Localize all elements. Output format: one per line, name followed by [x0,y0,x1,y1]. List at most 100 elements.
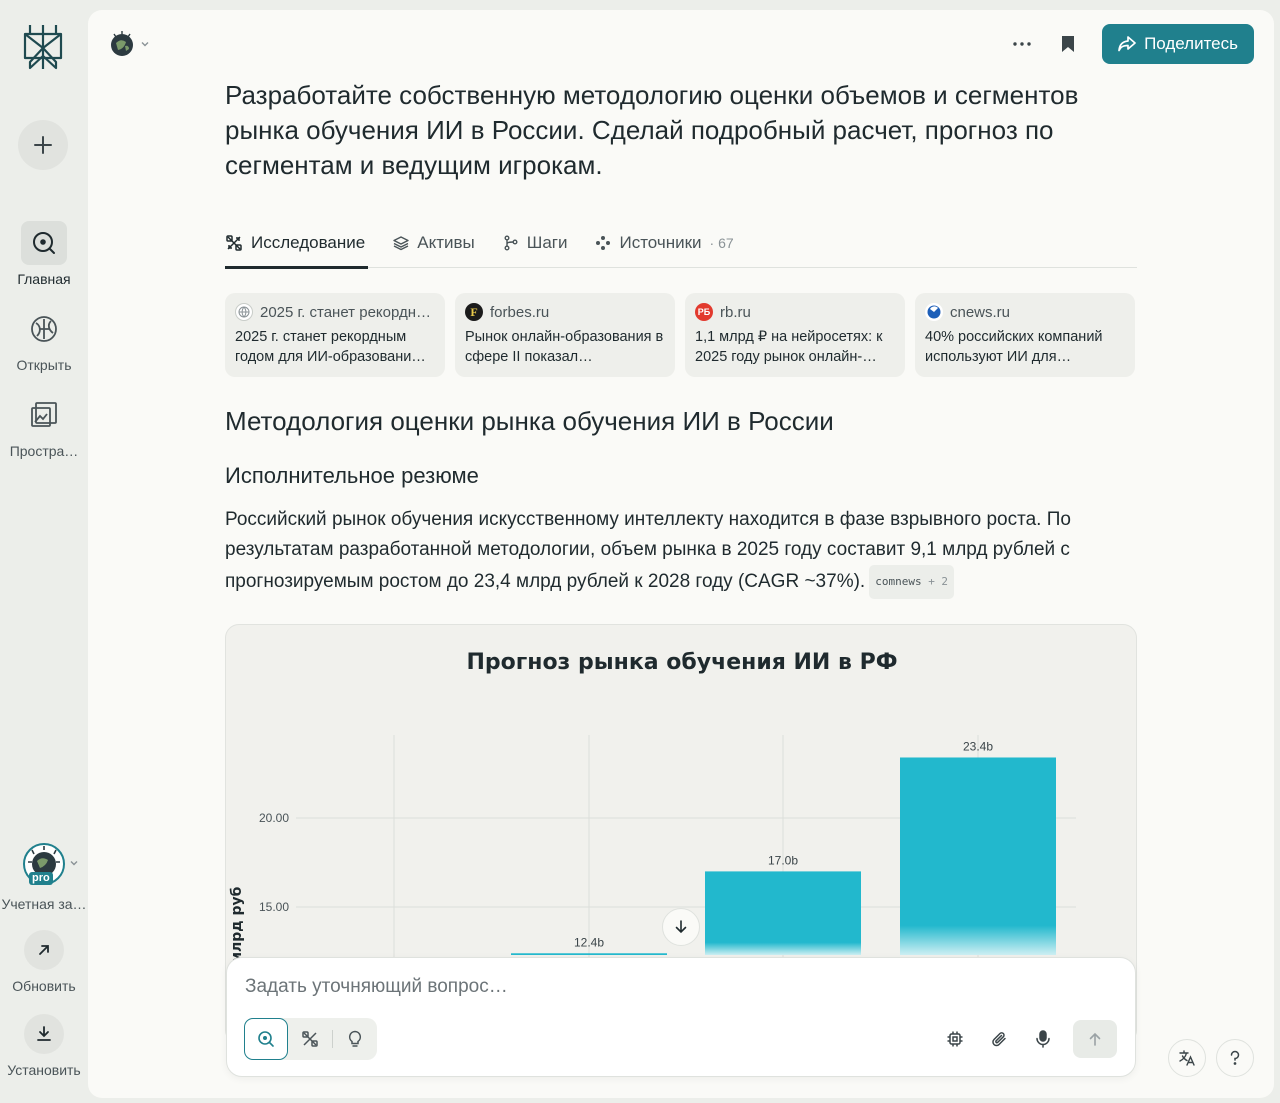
arrow-up-icon [1089,1032,1101,1046]
chart-bar [900,757,1056,955]
tab-steps[interactable]: Шаги [503,218,567,268]
user-query: Разработайте собственную методологию оце… [225,80,1079,180]
article-heading: Методология оценки рынка обучения ИИ в Р… [225,406,834,436]
globe-avatar-icon [111,31,133,56]
sidebar-item-account[interactable]: pro Учетная за… [0,842,88,912]
sidebar-item-label: Простра… [9,443,79,459]
attach-button[interactable] [985,1020,1013,1058]
research-icon [226,235,242,251]
search-icon [21,221,67,265]
chart-y-tick-label: 20.00 [259,811,289,825]
chart-bar [705,871,861,955]
more-options-icon[interactable] [1010,24,1034,64]
citation-more: + 2 [928,575,949,588]
source-card[interactable]: cnews.ru 40% российских компаний использ… [915,293,1135,377]
help-icon [1230,1050,1240,1065]
research-icon [302,1031,318,1047]
mode-search-button[interactable] [244,1018,288,1060]
chart-title: Прогноз рынка обучения ИИ в РФ [466,650,897,675]
submit-button[interactable] [1073,1020,1117,1058]
chart-y-tick-label: 15.00 [259,900,289,914]
source-title: 40% российских компаний используют ИИ дл… [925,329,1103,365]
tab-sources[interactable]: Источники · 67 [595,218,734,268]
share-button-label: Поделитесь [1144,34,1238,53]
new-thread-button[interactable] [18,120,68,170]
sidebar: Главная Открыть Простра… pro Учетная за…… [0,0,88,1103]
chart-data-label: 23.4b [963,739,993,753]
globe-icon [235,303,253,321]
chevron-down-icon [141,42,149,47]
chart-bar [511,953,667,955]
model-chip-button[interactable] [941,1020,969,1058]
download-icon [24,1014,64,1054]
translate-icon [1179,1050,1195,1066]
chip-icon [947,1031,963,1047]
chart-data-label: 17.0b [768,853,798,867]
microphone-icon [1036,1030,1050,1048]
account-avatar: pro [21,842,78,888]
main-panel: Поделитесь Разработайте собственную мето… [88,10,1274,1098]
chart-data-label: 12.4b [574,935,604,949]
source-site: rb.ru [720,303,751,321]
sources-count: · 67 [709,235,734,251]
rb-favicon-icon: РБ [695,303,713,321]
model-selector[interactable] [108,30,150,58]
chevron-down-icon [70,861,78,866]
paperclip-icon [992,1032,1006,1047]
pro-badge: pro [29,872,53,885]
branch-icon [504,235,518,251]
sidebar-item-spaces[interactable]: Простра… [0,393,88,459]
layers-icon [393,236,409,251]
source-title: 1,1 млрд ₽ на нейросетях: к 2025 году ры… [695,329,883,365]
citation-source: comnews [875,575,922,588]
plus-icon [34,136,52,154]
search-icon [258,1031,274,1047]
mode-selector [244,1018,377,1060]
arrow-down-icon [675,920,687,934]
citation-chip[interactable]: comnews + 2 [869,565,955,599]
perplexity-logo-icon[interactable] [20,22,66,72]
mode-labs-button[interactable] [333,1018,377,1060]
tab-label: Исследование [251,233,366,252]
sidebar-item-label: Обновить [12,978,76,994]
tab-label: Источники [619,233,702,252]
source-card[interactable]: РБ rb.ru 1,1 млрд ₽ на нейросетях: к 202… [685,293,905,377]
source-card[interactable]: 2025 г. станет рекордн… 2025 г. станет р… [225,293,445,377]
cnews-favicon-icon [925,303,943,321]
source-site: forbes.ru [490,303,550,321]
sidebar-item-label: Установить [7,1062,81,1078]
share-button[interactable]: Поделитесь [1102,24,1254,64]
follow-up-input[interactable] [245,976,1105,998]
arrow-up-right-icon [24,930,64,970]
source-site: 2025 г. станет рекордн… [260,303,432,321]
bookmark-icon[interactable] [1056,24,1080,64]
spaces-icon [21,393,67,437]
translate-button[interactable] [1168,1039,1206,1077]
sidebar-item-upgrade[interactable]: Обновить [0,930,88,994]
source-title: Рынок онлайн-образования в сфере II пока… [465,329,664,365]
source-card[interactable]: F forbes.ru Рынок онлайн-образования в с… [455,293,675,377]
discover-icon [21,307,67,351]
tab-assets[interactable]: Активы [393,218,475,268]
article-subheading: Исполнительное резюме [225,463,479,488]
result-tabs: Исследование Активы Шаги Источники · 67 [225,218,1137,269]
tab-research[interactable]: Исследование [225,218,369,269]
article-paragraph: Российский рынок обучения искусственному… [225,505,1137,599]
sidebar-item-install[interactable]: Установить [0,1014,88,1078]
share-icon [1118,36,1136,52]
sidebar-item-home[interactable]: Главная [0,221,88,287]
lightbulb-icon [348,1030,362,1047]
sidebar-item-label: Главная [17,271,71,287]
sidebar-item-discover[interactable]: Открыть [0,307,88,373]
mode-research-button[interactable] [288,1018,332,1060]
sources-icon [596,236,611,250]
composer-actions [941,1020,1117,1058]
voice-button[interactable] [1029,1020,1057,1058]
sidebar-item-label: Учетная за… [1,896,87,912]
sidebar-item-label: Открыть [16,357,72,373]
help-button[interactable] [1216,1039,1254,1077]
scroll-down-button[interactable] [662,908,700,946]
topbar-actions: Поделитесь [1010,24,1254,64]
tab-label: Активы [417,233,475,252]
source-cards: 2025 г. станет рекордн… 2025 г. станет р… [225,293,1135,377]
